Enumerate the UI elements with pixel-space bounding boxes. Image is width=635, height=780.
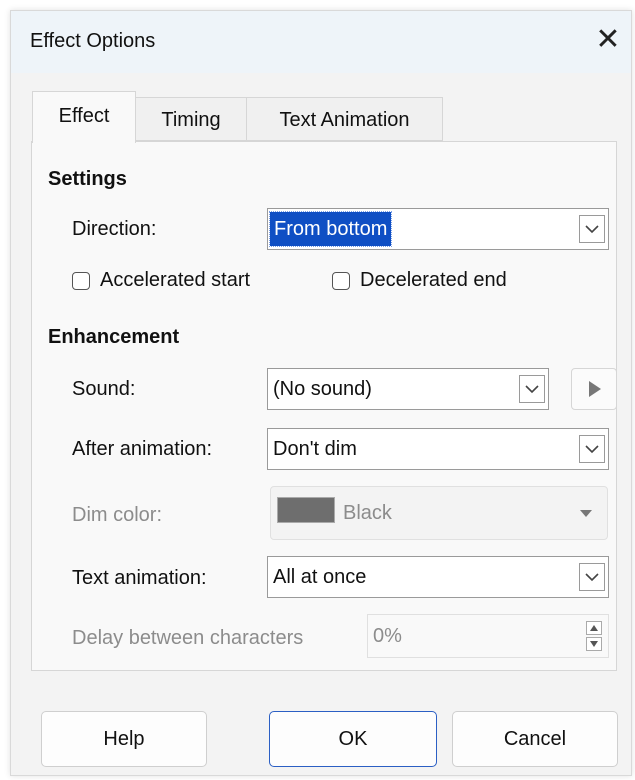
ok-button[interactable]: OK	[269, 711, 437, 767]
after-animation-label: After animation:	[72, 438, 213, 460]
tab-label: Timing	[161, 109, 221, 131]
accelerated-start-label[interactable]: Accelerated start	[100, 269, 250, 292]
delay-spinbox[interactable]: 0%	[367, 614, 609, 658]
title-bar: Effect Options ✕	[11, 11, 631, 73]
tab-text-animation[interactable]: Text Animation	[246, 97, 443, 141]
play-icon	[589, 381, 601, 397]
dim-color-value: Black	[343, 502, 392, 524]
settings-heading: Settings	[48, 168, 127, 190]
text-animation-value: All at once	[273, 566, 367, 588]
decelerated-end-label[interactable]: Decelerated end	[360, 269, 507, 292]
cancel-button[interactable]: Cancel	[452, 711, 618, 767]
dim-color-select[interactable]: Black	[270, 486, 608, 540]
chevron-down-icon[interactable]	[519, 375, 545, 403]
help-button[interactable]: Help	[41, 711, 207, 767]
sound-select[interactable]: (No sound)	[267, 368, 549, 410]
enhancement-heading: Enhancement	[48, 326, 180, 348]
dialog-title: Effect Options	[30, 30, 156, 52]
direction-select[interactable]: From bottom	[267, 208, 609, 250]
dim-color-swatch	[277, 497, 335, 523]
chevron-down-icon[interactable]	[579, 435, 605, 463]
decelerated-end-checkbox[interactable]	[332, 272, 350, 290]
direction-label: Direction:	[72, 218, 157, 240]
after-animation-select[interactable]: Don't dim	[267, 428, 609, 470]
play-sound-button[interactable]	[571, 368, 617, 410]
accelerated-start-checkbox[interactable]	[72, 272, 90, 290]
spin-up-icon[interactable]	[586, 621, 602, 635]
text-animation-select[interactable]: All at once	[267, 556, 609, 598]
dim-color-label: Dim color:	[72, 504, 163, 526]
tab-label: Effect	[58, 105, 110, 127]
direction-value: From bottom	[268, 211, 393, 247]
spin-down-icon[interactable]	[586, 637, 602, 651]
text-animation-label: Text animation:	[72, 567, 207, 589]
chevron-down-icon[interactable]	[579, 215, 605, 243]
after-animation-value: Don't dim	[273, 438, 357, 460]
tab-effect[interactable]: Effect	[32, 91, 136, 143]
effect-options-dialog: Effect Options ✕ Effect Timing Text Anim…	[10, 10, 632, 776]
delay-label: Delay between characters	[72, 627, 304, 649]
dropdown-triangle-icon	[580, 510, 592, 517]
sound-label: Sound:	[72, 378, 136, 400]
tab-timing[interactable]: Timing	[135, 97, 247, 141]
sound-value: (No sound)	[273, 378, 372, 400]
close-icon[interactable]: ✕	[593, 25, 623, 55]
delay-value: 0%	[373, 625, 402, 647]
chevron-down-icon[interactable]	[579, 563, 605, 591]
tab-label: Text Animation	[279, 109, 410, 131]
effect-tab-panel: Settings Direction: From bottom Accelera…	[31, 141, 617, 671]
